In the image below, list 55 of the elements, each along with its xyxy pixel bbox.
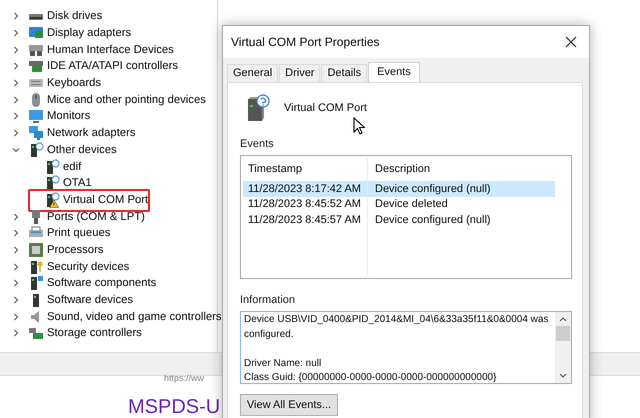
tree-item[interactable]: Other devices	[47, 142, 117, 157]
table-cell-text: Device configured (null)	[374, 182, 491, 195]
selected-row[interactable]: 11/28/2023 8:17:42 AM Device configured (null)	[243, 181, 555, 196]
tree-item[interactable]: IDE ATA/ATAPI controllers	[47, 59, 178, 74]
tree-item[interactable]: Software devices	[47, 293, 134, 308]
tree-item[interactable]: Mice and other pointing devices	[47, 92, 206, 107]
chip-icon	[28, 242, 44, 258]
tree-item[interactable]: Sound, video and game controllers	[47, 310, 222, 324]
section-label: Events	[240, 138, 275, 151]
mouse-cursor-icon	[353, 117, 365, 135]
scrollbar-thumb[interactable]	[556, 326, 570, 341]
column-header[interactable]: Timestamp	[243, 162, 368, 174]
tree-item[interactable]: Disk drives	[47, 9, 102, 24]
tree-item[interactable]: Human Interface Devices	[47, 42, 174, 57]
tree-item[interactable]: Keyboards	[47, 76, 102, 90]
view-all-events-button[interactable]: View All Events...	[240, 394, 338, 416]
table-cell-text: 11/28/2023 8:45:57 AM	[247, 214, 362, 226]
tree-item[interactable]: Processors	[47, 242, 104, 257]
scroll-down-icon	[559, 373, 567, 379]
tab[interactable]: Details	[321, 64, 368, 82]
tree-item[interactable]: edif	[63, 160, 82, 174]
page-heading: MSPDS-U	[128, 395, 220, 418]
scrollbar[interactable]	[555, 312, 571, 383]
column-header[interactable]: Description	[368, 162, 430, 174]
tree-item[interactable]: Print queues	[47, 226, 110, 240]
section-label: Information	[240, 294, 296, 307]
tree-item[interactable]: Ports (COM & LPT)	[47, 210, 145, 224]
information-field[interactable]: Device USB\VID_0400&PID_2014&MI_04\6&33a35f11&0&0004 was configured. Driver Name: null Class Guid: {00000000-0000-0000-0000-000000000000}	[240, 311, 572, 384]
tree-item[interactable]: OTA1	[63, 176, 92, 190]
scroll-up-icon	[559, 316, 567, 322]
tree-item[interactable]: Security devices	[47, 260, 130, 274]
table-cell-text: Device configured (null)	[374, 214, 491, 226]
storage-icon	[28, 325, 44, 342]
tree-item[interactable]: Display adapters	[47, 26, 132, 40]
table-cell-text: 11/28/2023 8:17:42 AM	[247, 182, 362, 195]
dialog-title: Virtual COM Port Properties	[231, 35, 380, 49]
controller-card-icon	[28, 58, 44, 74]
monitor-icon	[28, 108, 44, 124]
tab[interactable]: Driver	[279, 64, 320, 82]
table-cell-text: 11/28/2023 8:45:52 AM	[247, 198, 362, 210]
network-icon	[28, 125, 44, 142]
tree-item[interactable]: Network adapters	[47, 126, 136, 140]
tab[interactable]: General	[227, 64, 278, 82]
key-device-icon	[28, 258, 44, 275]
device-name: Virtual COM Port	[284, 102, 367, 114]
table-cell-text: Device deleted	[374, 198, 448, 210]
tree-item[interactable]: Software components	[47, 276, 156, 290]
tree-item[interactable]: Storage controllers	[47, 326, 142, 340]
component-device-icon	[28, 275, 44, 292]
tree-item[interactable]: Virtual COM Port	[63, 192, 148, 207]
tree-item[interactable]: Monitors	[47, 109, 90, 124]
tab[interactable]: Events	[368, 62, 420, 82]
close-icon	[565, 36, 577, 48]
url-text: https://ww	[164, 374, 204, 383]
unknown-device-icon	[28, 142, 44, 158]
